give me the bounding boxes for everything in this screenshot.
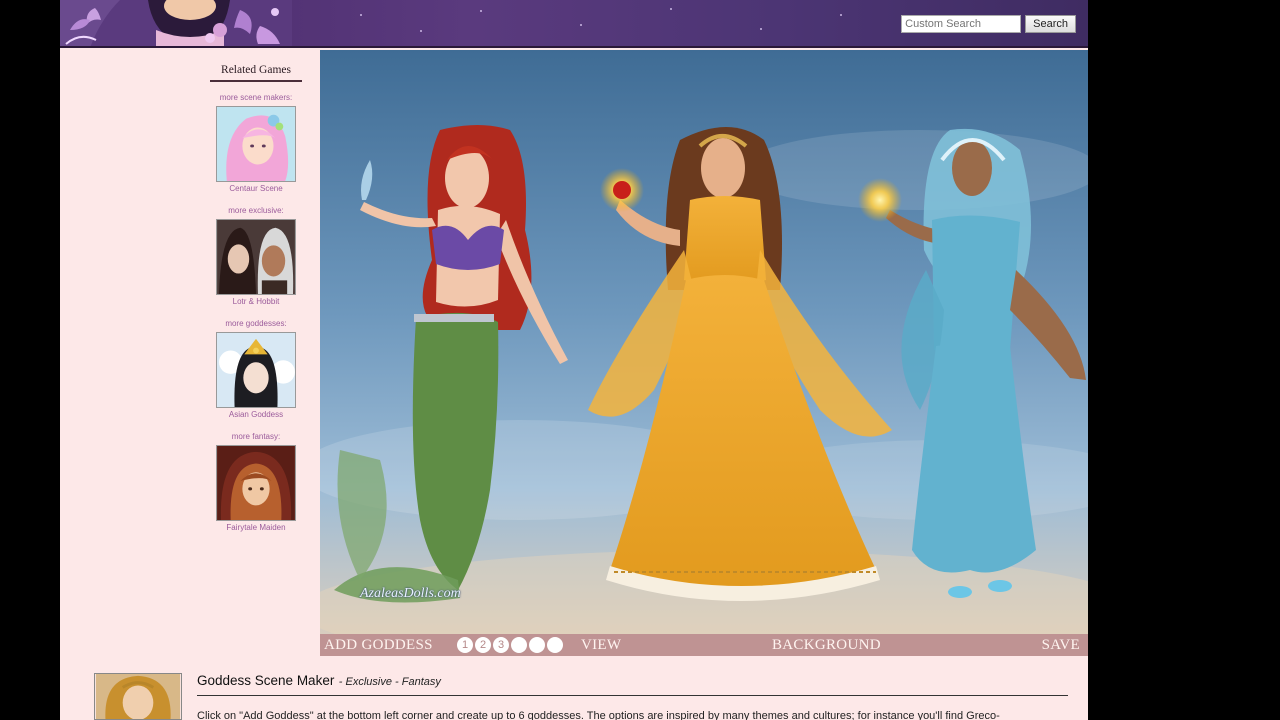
related-games-sidebar: Related Games more scene makers: Centaur… <box>210 64 302 534</box>
related-game-link[interactable]: Lotr & Hobbit <box>210 297 302 306</box>
related-item: more exclusive: Lotr & Hobbit <box>210 201 302 308</box>
page: Search Related Games more scene makers: … <box>60 0 1088 720</box>
goddess-slot-1[interactable]: 1 <box>457 637 473 653</box>
related-item: more goddesses: Asian Goddess <box>210 314 302 421</box>
related-category-link[interactable]: more fantasy: <box>210 427 302 445</box>
add-goddess-button[interactable]: ADD GODDESS <box>324 637 433 654</box>
related-item: more scene makers: Centaur Scene <box>210 88 302 195</box>
game-category: - Exclusive - Fantasy <box>338 676 441 688</box>
scene-illustration <box>320 50 1088 634</box>
search-input[interactable] <box>901 15 1022 33</box>
view-button[interactable]: VIEW <box>581 637 621 654</box>
related-category-link[interactable]: more exclusive: <box>210 201 302 219</box>
centaur-scene-thumbnail[interactable] <box>216 106 296 182</box>
goddess-slot-2[interactable]: 2 <box>475 637 491 653</box>
related-game-link[interactable]: Fairytale Maiden <box>210 523 302 532</box>
search-button[interactable]: Search <box>1025 15 1076 33</box>
goddess-slot-5[interactable] <box>529 637 545 653</box>
related-category-link[interactable]: more goddesses: <box>210 314 302 332</box>
scene-control-bar: ADD GODDESS 1 2 3 VIEW BACKGROUND SAVE <box>320 634 1088 656</box>
goddess-scene-canvas[interactable]: AzaleasDolls.com <box>320 50 1088 634</box>
background-button[interactable]: BACKGROUND <box>772 637 881 654</box>
lotr-hobbit-thumbnail[interactable] <box>216 219 296 295</box>
save-button[interactable]: SAVE <box>1042 637 1080 654</box>
goddess-slot-3[interactable]: 3 <box>493 637 509 653</box>
related-games-title: Related Games <box>210 64 302 82</box>
goddess-slot-4[interactable] <box>511 637 527 653</box>
fairytale-maiden-thumbnail[interactable] <box>216 445 296 521</box>
goddess-slot-6[interactable] <box>547 637 563 653</box>
goddess-slot-selector: 1 2 3 <box>457 637 563 653</box>
game-description: Click on "Add Goddess" at the bottom lef… <box>197 710 1000 720</box>
asian-goddess-thumbnail[interactable] <box>216 332 296 408</box>
game-title: Goddess Scene Maker <box>197 673 335 688</box>
game-thumbnail[interactable] <box>94 673 182 720</box>
related-category-link[interactable]: more scene makers: <box>210 88 302 106</box>
site-header: Search <box>60 0 1088 48</box>
related-item: more fantasy: Fairytale Maiden <box>210 427 302 534</box>
related-game-link[interactable]: Centaur Scene <box>210 184 302 193</box>
search-bar: Search <box>901 15 1076 33</box>
related-game-link[interactable]: Asian Goddess <box>210 410 302 419</box>
site-watermark: AzaleasDolls.com <box>360 586 461 601</box>
site-logo-art[interactable] <box>60 0 292 48</box>
game-title-row: Goddess Scene Maker - Exclusive - Fantas… <box>197 672 1068 696</box>
